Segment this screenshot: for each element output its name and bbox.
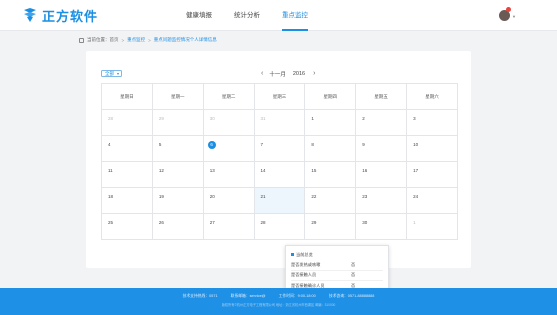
calendar-day[interactable]: 24 xyxy=(406,187,458,214)
calendar-grid: 星期日 星期一 星期二 星期三 星期四 星期五 星期六 28 29 30 31 … xyxy=(101,83,458,240)
footer-info: 技术支持热线：0571 联系邮箱：service@ 工作时间：9:00-18:0… xyxy=(0,294,557,299)
popup-row-value: 否 xyxy=(351,261,356,267)
weekday-header: 星期一 xyxy=(151,83,204,110)
calendar-week-row: 18 19 20 21 22 23 24 xyxy=(101,187,458,214)
calendar-day[interactable]: 29 xyxy=(151,109,204,136)
popup-title-text: 当前总览 xyxy=(296,251,313,257)
calendar-day[interactable]: 25 xyxy=(101,213,153,240)
popup-row: 是否接触人员 否 xyxy=(291,271,383,281)
weekday-header: 星期三 xyxy=(253,83,306,110)
calendar-day[interactable]: 4 xyxy=(101,135,153,162)
calendar-day[interactable]: 2 xyxy=(355,109,408,136)
calendar-week-row: 11 12 13 14 15 16 17 xyxy=(101,161,458,188)
calendar-day[interactable]: 14 xyxy=(253,161,306,188)
calendar-day[interactable]: 26 xyxy=(151,213,204,240)
calendar-day[interactable]: 12 xyxy=(151,161,204,188)
breadcrumb-home[interactable]: 首页 xyxy=(110,37,119,43)
calendar-day[interactable]: 10 xyxy=(406,135,458,162)
weekday-header-row: 星期日 星期一 星期二 星期三 星期四 星期五 星期六 xyxy=(101,83,458,110)
calendar-day-today[interactable]: 6 xyxy=(202,135,255,162)
popup-row: 是否发热或咳嗽 否 xyxy=(291,260,383,271)
weekday-header: 星期五 xyxy=(355,83,408,110)
footer-item: 技术支持热线：0571 xyxy=(182,294,218,298)
calendar-day[interactable]: 31 xyxy=(253,109,306,136)
popup-row-key: 是否接触人员 xyxy=(291,272,317,278)
year-label: 2016 xyxy=(292,70,306,77)
calendar-day[interactable]: 29 xyxy=(304,213,357,240)
today-marker: 6 xyxy=(207,141,216,149)
footer-copyright: 版权所有©杭州正方电子工程有限公司 地址：浙江省杭州市西湖区 邮编：310000 xyxy=(221,303,336,307)
popup-title: 当前总览 xyxy=(291,251,383,258)
footer-item: 工作时间：9:00-18:00 xyxy=(278,294,316,298)
view-select-value: 全部 xyxy=(105,71,114,76)
breadcrumb-separator: > xyxy=(148,37,151,43)
month-navigator: ‹ 十一月 2016 › xyxy=(261,69,315,78)
calendar-week-row: 28 29 30 31 1 2 3 xyxy=(101,109,458,136)
calendar-day[interactable]: 1 xyxy=(304,109,357,136)
nav-item-key-monitoring[interactable]: 重点监控 xyxy=(282,0,308,31)
notification-badge xyxy=(506,7,511,12)
page-footer: 技术支持热线：0571 联系邮箱：service@ 工作时间：9:00-18:0… xyxy=(0,288,557,315)
weekday-header: 星期六 xyxy=(406,83,458,110)
calendar-card: 全部 ▾ ‹ 十一月 2016 › 星期日 星期一 星期二 星期三 星期四 星期… xyxy=(86,51,471,313)
calendar-day[interactable]: 16 xyxy=(355,161,408,188)
calendar-day[interactable]: 30 xyxy=(355,213,408,240)
calendar-week-row: 4 5 6 7 8 9 10 xyxy=(101,135,458,162)
calendar-day[interactable]: 5 xyxy=(151,135,204,162)
breadcrumb-separator: > xyxy=(121,37,125,43)
popup-row-value: 否 xyxy=(351,272,356,278)
calendar-day[interactable]: 28 xyxy=(253,213,306,240)
top-header: 正方软件 健康填报 统计分析 重点监控 ▼ xyxy=(0,0,557,31)
calendar-day[interactable]: 20 xyxy=(202,187,255,214)
footer-item: 技术咨询：0571-88888888 xyxy=(328,294,375,298)
calendar-day[interactable]: 1 xyxy=(406,213,458,240)
calendar-day[interactable]: 9 xyxy=(355,135,408,162)
calendar-week-row: 25 26 27 28 29 30 1 xyxy=(101,213,458,240)
breadcrumb-prefix: 当前位置： xyxy=(87,37,110,42)
popup-row-key: 是否发热或咳嗽 xyxy=(291,261,321,267)
calendar-day[interactable]: 22 xyxy=(304,187,357,214)
calendar-day[interactable]: 23 xyxy=(355,187,408,214)
calendar-day[interactable]: 3 xyxy=(406,109,458,136)
main-nav: 健康填报 统计分析 重点监控 xyxy=(186,0,330,31)
calendar-day-selected[interactable]: 21 xyxy=(253,187,306,214)
prev-month-icon[interactable]: ‹ xyxy=(261,70,263,77)
breadcrumb: 当前位置： 首页 > 重点监控 > 重点问题监控情况个人详情信息 xyxy=(79,36,217,44)
month-label: 十一月 xyxy=(269,71,286,78)
next-month-icon[interactable]: › xyxy=(313,70,315,77)
calendar-day[interactable]: 18 xyxy=(101,187,153,214)
calendar-day[interactable]: 19 xyxy=(151,187,204,214)
logo-icon xyxy=(22,7,38,23)
calendar-day[interactable]: 17 xyxy=(406,161,458,188)
calendar-day[interactable]: 27 xyxy=(202,213,255,240)
calendar-day[interactable]: 7 xyxy=(253,135,306,162)
breadcrumb-current: 重点问题监控情况个人详情信息 xyxy=(153,37,217,42)
brand-name: 正方软件 xyxy=(42,8,99,24)
view-select[interactable]: 全部 ▾ xyxy=(101,70,122,77)
nav-item-statistics[interactable]: 统计分析 xyxy=(234,0,260,31)
chevron-down-icon[interactable]: ▼ xyxy=(512,14,516,19)
footer-item: 联系邮箱：service@ xyxy=(230,294,266,298)
calendar-day[interactable]: 11 xyxy=(101,161,153,188)
weekday-header: 星期日 xyxy=(101,83,153,110)
breadcrumb-section[interactable]: 重点监控 xyxy=(127,37,145,43)
weekday-header: 星期二 xyxy=(202,83,255,110)
location-icon xyxy=(79,37,84,43)
calendar-day[interactable]: 15 xyxy=(304,161,357,188)
calendar-day[interactable]: 28 xyxy=(101,109,153,136)
calendar-day[interactable]: 8 xyxy=(304,135,357,162)
nav-item-health-report[interactable]: 健康填报 xyxy=(186,0,212,31)
calendar-day[interactable]: 30 xyxy=(202,109,255,136)
weekday-header: 星期四 xyxy=(304,83,357,110)
calendar-day[interactable]: 13 xyxy=(202,161,255,188)
bullet-icon xyxy=(291,253,294,256)
brand-logo[interactable]: 正方软件 xyxy=(22,6,98,24)
chevron-down-icon: ▾ xyxy=(116,71,119,76)
